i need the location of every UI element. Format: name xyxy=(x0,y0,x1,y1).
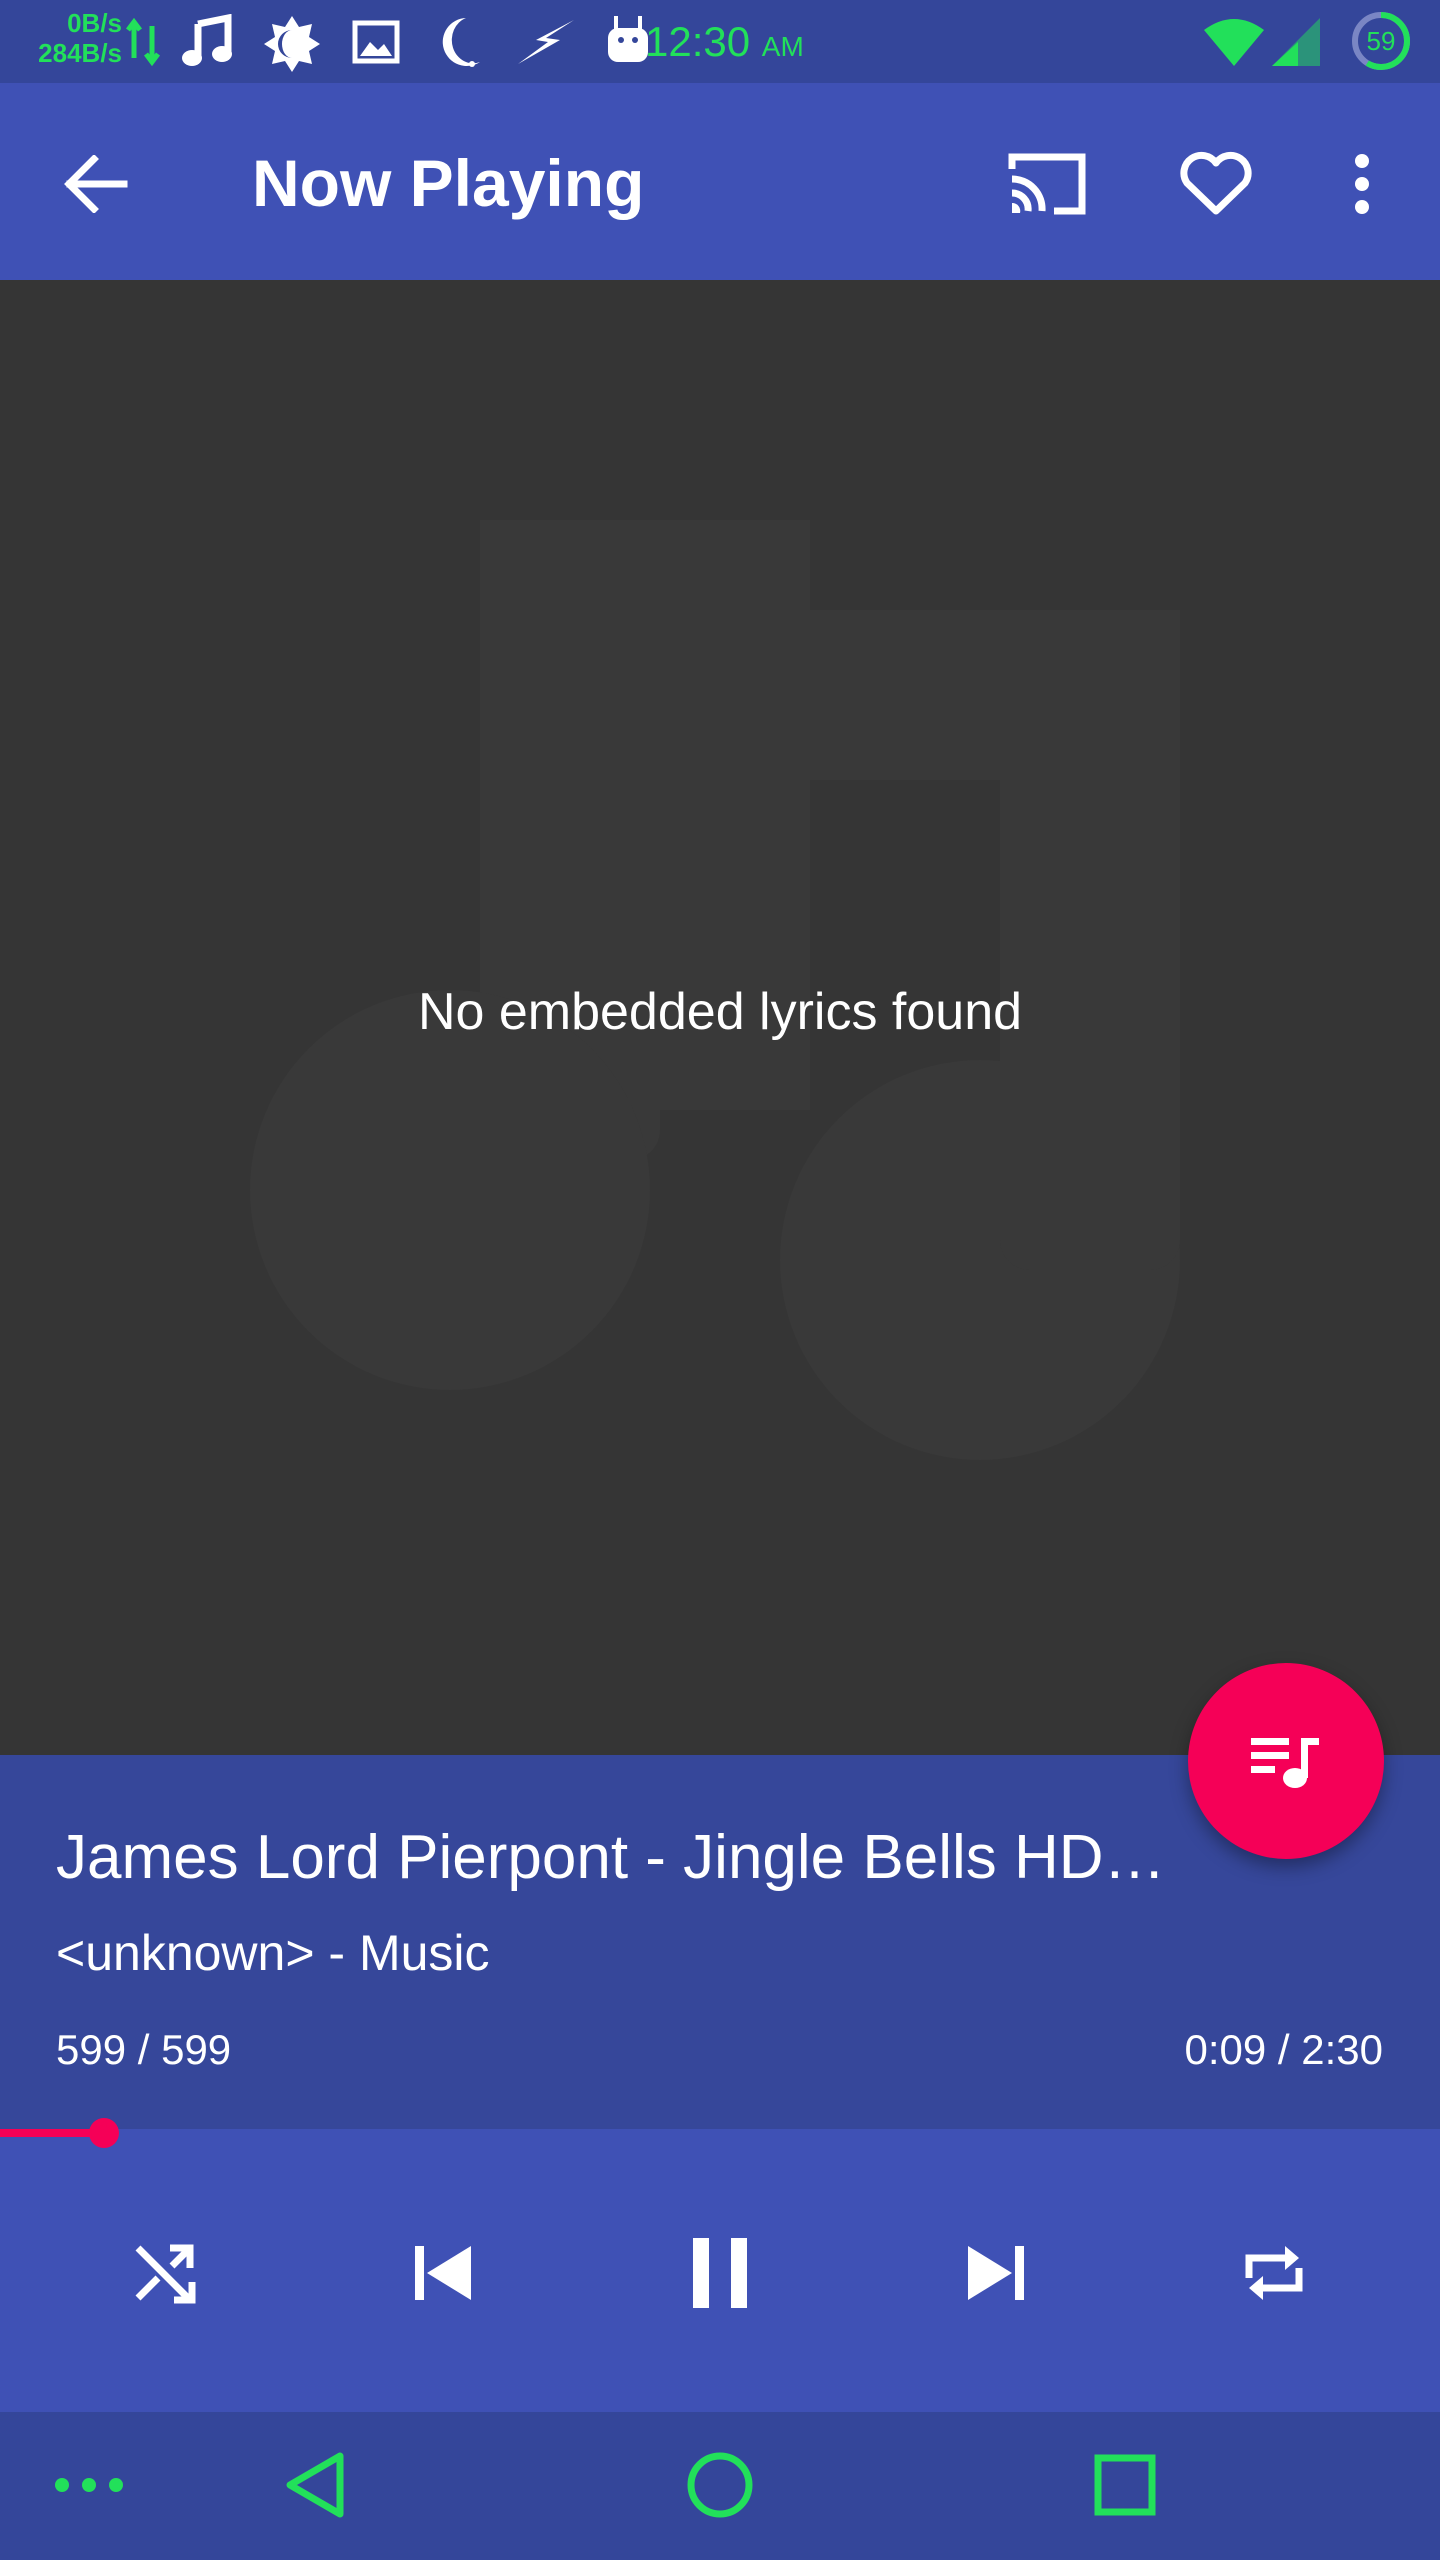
shuffle-button[interactable] xyxy=(105,2213,225,2333)
nav-back-icon xyxy=(286,2452,344,2518)
battery-circle-icon: 59 xyxy=(1350,10,1412,72)
progress-thumb[interactable] xyxy=(89,2118,119,2148)
clock: 12:30 AM xyxy=(645,14,804,75)
progress-track[interactable] xyxy=(0,2129,1440,2137)
favorite-button[interactable] xyxy=(1166,138,1266,230)
next-button[interactable] xyxy=(937,2213,1057,2333)
android-icon xyxy=(608,16,648,62)
queue-music-icon xyxy=(1251,1738,1319,1788)
play-pause-button[interactable] xyxy=(660,2213,780,2333)
more-options-button[interactable] xyxy=(1326,138,1398,230)
more-vert-icon xyxy=(1355,154,1369,214)
heart-outline-icon xyxy=(1180,151,1252,215)
clock-time: 12:30 xyxy=(645,18,751,65)
brightness-icon xyxy=(264,16,320,72)
net-down-text: 284B/s xyxy=(38,38,122,68)
no-lyrics-message: No embedded lyrics found xyxy=(417,983,1023,1041)
previous-button[interactable] xyxy=(382,2213,502,2333)
repeat-icon xyxy=(1245,2246,1303,2300)
image-icon xyxy=(352,20,400,64)
cast-icon xyxy=(1008,153,1086,215)
network-speed: 0B/s 284B/s xyxy=(26,8,122,68)
skip-next-icon xyxy=(968,2246,1024,2300)
repeat-button[interactable] xyxy=(1214,2213,1334,2333)
nav-recents-button[interactable] xyxy=(1060,2430,1190,2540)
page-title: Now Playing xyxy=(252,146,645,220)
back-button[interactable] xyxy=(50,138,142,230)
moon-icon xyxy=(442,18,480,67)
skip-previous-icon xyxy=(415,2246,471,2300)
song-subtitle: <unknown> - Music xyxy=(56,1925,490,1981)
song-title: James Lord Pierpont - Jingle Bells HD… xyxy=(56,1823,1166,1892)
shuffle-icon xyxy=(135,2244,196,2304)
pause-icon xyxy=(693,2238,747,2308)
clock-ampm: AM xyxy=(761,31,804,62)
net-up-text: 0B/s xyxy=(67,8,122,38)
nav-menu-button[interactable] xyxy=(24,2430,154,2540)
music-note-icon xyxy=(182,14,232,66)
queue-fab-button[interactable] xyxy=(1188,1663,1384,1859)
wifi-icon xyxy=(1204,19,1264,66)
flash-icon xyxy=(518,20,574,64)
nav-home-button[interactable] xyxy=(655,2430,785,2540)
playback-time: 0:09 / 2:30 xyxy=(1184,2026,1384,2073)
cell-signal-icon xyxy=(1272,18,1320,66)
nav-recents-icon xyxy=(1094,2454,1156,2516)
nav-back-button[interactable] xyxy=(250,2430,380,2540)
music-note-watermark-icon xyxy=(250,520,1180,1460)
arrow-back-icon xyxy=(64,155,128,213)
nav-home-icon xyxy=(687,2452,753,2518)
cast-button[interactable] xyxy=(998,138,1098,230)
battery-level: 59 xyxy=(1366,26,1396,56)
data-arrows-icon xyxy=(126,18,160,66)
queue-position: 599 / 599 xyxy=(56,2026,232,2073)
more-horiz-icon xyxy=(55,2478,123,2492)
